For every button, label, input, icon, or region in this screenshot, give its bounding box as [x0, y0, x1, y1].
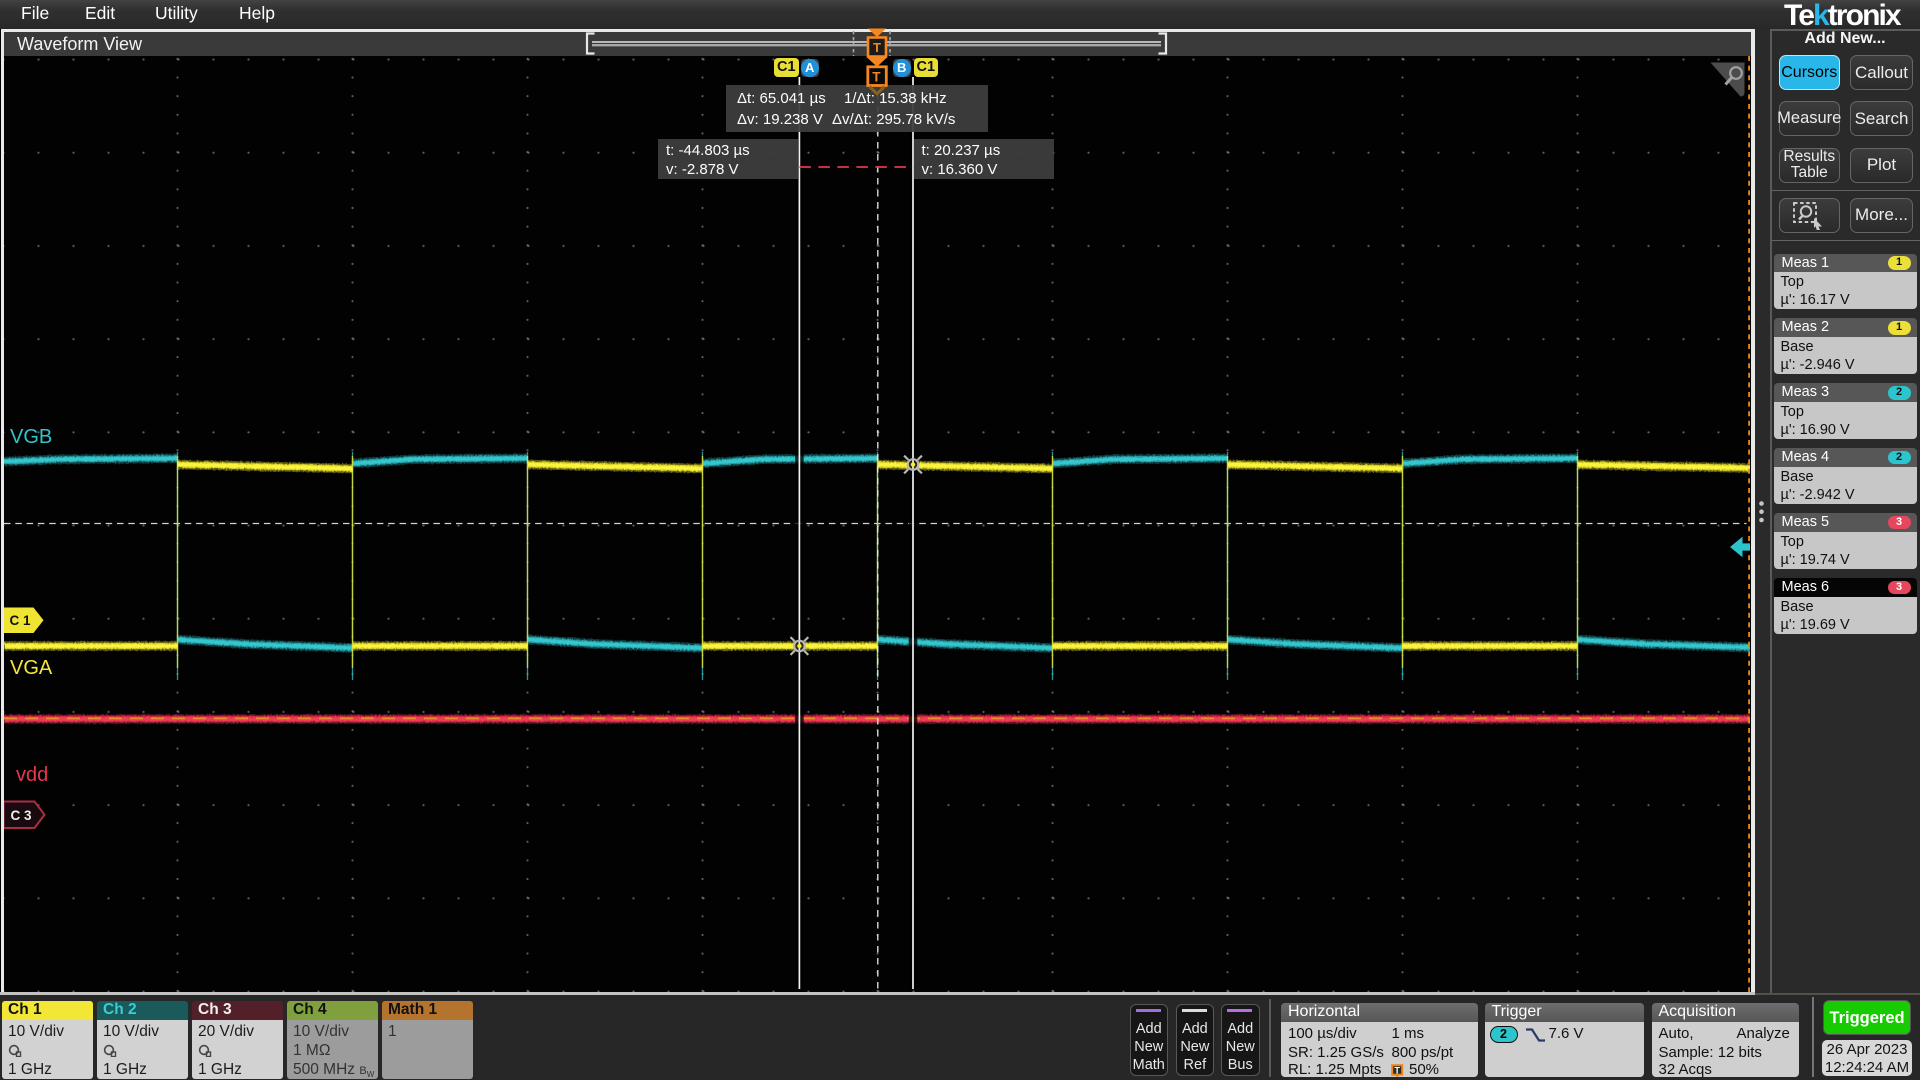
svg-text:C 1: C 1 — [9, 613, 31, 628]
svg-text:T: T — [873, 40, 881, 55]
svg-text:T: T — [872, 70, 881, 85]
svg-text:C 3: C 3 — [10, 808, 32, 823]
svg-text:T: T — [1394, 1066, 1400, 1076]
